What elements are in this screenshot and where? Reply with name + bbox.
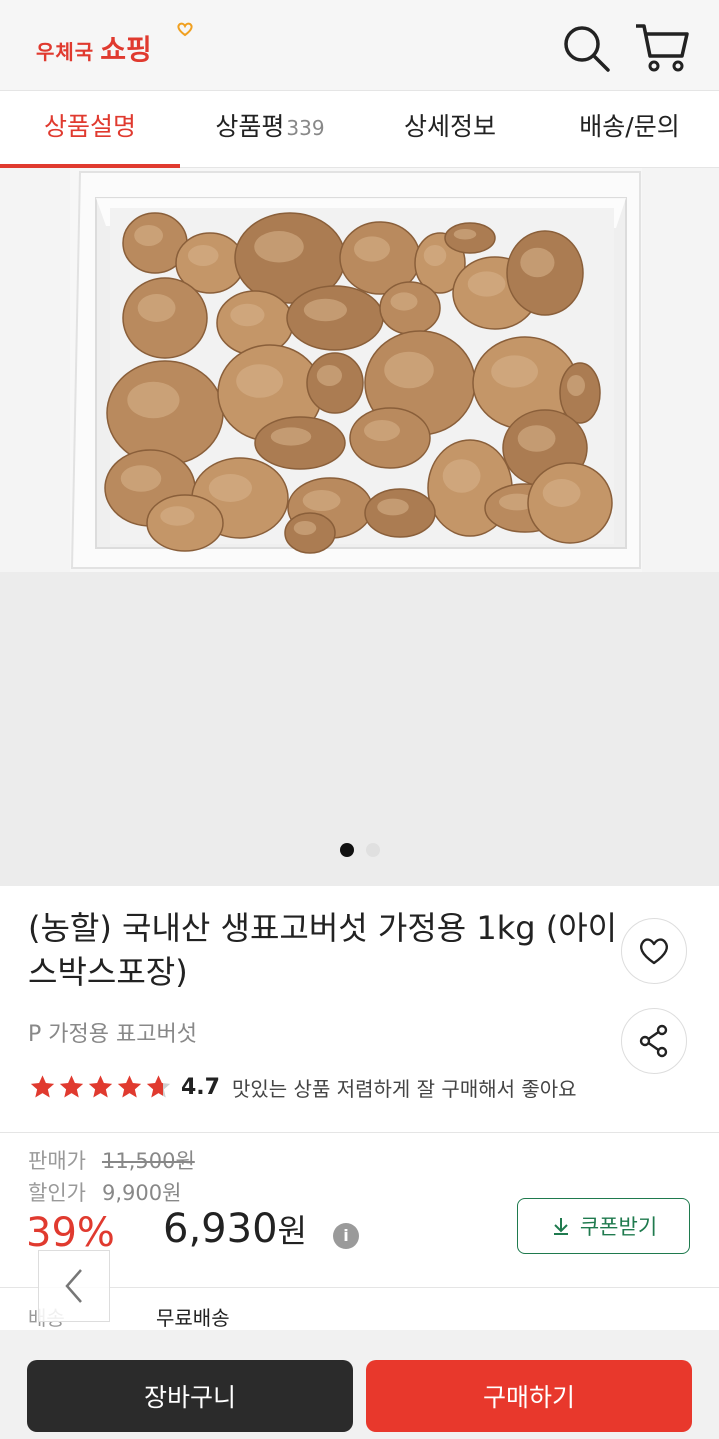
buy-button-label: 구매하기 <box>482 1383 575 1412</box>
mushroom-highlight <box>137 294 176 322</box>
tab-description[interactable]: 상품설명 <box>0 91 180 167</box>
logo-heart-icon <box>177 22 193 37</box>
star-icon <box>88 1075 113 1098</box>
mushroom-box-image <box>70 168 642 572</box>
sale-price-label: 판매가 <box>28 1149 86 1173</box>
search-icon <box>564 26 610 72</box>
coupon-label: 쿠폰받기 <box>579 1215 658 1239</box>
mushroom-highlight <box>390 292 418 311</box>
mushroom-highlight <box>364 420 400 441</box>
mushroom-highlight <box>270 427 312 446</box>
mushroom-highlight <box>120 465 162 492</box>
mushroom-highlight <box>160 506 195 526</box>
mushroom-highlight <box>230 303 265 327</box>
share-button[interactable] <box>621 1008 687 1074</box>
mushroom-highlight <box>127 381 180 419</box>
rating-row[interactable]: 4.7 맛있는 상품 저렴하게 잘 구매해서 좋아요 <box>28 1070 577 1104</box>
tab-details[interactable]: 상세정보 <box>360 91 540 167</box>
mushroom-highlight <box>517 425 556 452</box>
download-icon <box>553 1218 568 1235</box>
final-price-unit: 원 <box>277 1212 307 1250</box>
mushroom-highlight <box>187 245 219 266</box>
back-button[interactable] <box>38 1250 110 1322</box>
buy-now-button[interactable]: 구매하기 <box>366 1360 692 1432</box>
logo-small-text: 우체국 <box>36 40 95 64</box>
chevron-left-icon <box>65 1269 82 1303</box>
mushroom-highlight <box>236 364 283 398</box>
carousel-indicator <box>0 842 719 861</box>
logo[interactable]: 우체국 쇼핑 <box>36 22 193 68</box>
discount-price: 9,900원 <box>101 1181 182 1205</box>
mushroom-highlight <box>293 521 317 535</box>
product-image-carousel[interactable] <box>0 168 719 886</box>
tab-label: 상품설명 <box>43 112 136 141</box>
tab-label: 배송/문의 <box>579 112 680 141</box>
mushroom-highlight <box>542 479 581 507</box>
product-image[interactable] <box>0 168 719 572</box>
mushroom-highlight <box>467 271 506 297</box>
mushroom-highlight <box>520 247 555 278</box>
discount-price-row: 할인가 9,900원 <box>28 1177 181 1207</box>
star-icon <box>146 1075 171 1098</box>
coupon-button[interactable]: 쿠폰받기 <box>517 1198 690 1254</box>
heart-icon <box>640 938 668 965</box>
mushroom-highlight <box>377 498 409 516</box>
star-icon <box>30 1075 55 1098</box>
shipping-value: 무료배송 <box>156 1306 230 1330</box>
review-snippet: 맛있는 상품 저렴하게 잘 구매해서 좋아요 <box>231 1076 577 1101</box>
mushroom-highlight <box>384 351 434 389</box>
cart-button[interactable] <box>632 20 692 76</box>
tab-label: 상세정보 <box>403 112 496 141</box>
mushroom-highlight <box>423 245 447 266</box>
mushroom-highlight <box>208 474 252 502</box>
mushroom-highlight <box>567 375 585 396</box>
final-price: 6,930 <box>163 1206 278 1252</box>
mushroom-highlight <box>442 459 481 493</box>
discount-price-label: 할인가 <box>28 1181 86 1205</box>
product-category[interactable]: P 가정용 표고버섯 <box>28 1016 197 1048</box>
final-price-wrap: 6,930원 <box>163 1206 307 1252</box>
product-tabs: 상품설명 상품평 339 상세정보 배송/문의 <box>0 90 719 168</box>
bottom-action-bar: 장바구니 구매하기 <box>0 1330 719 1439</box>
search-button[interactable] <box>560 22 612 74</box>
star-rating <box>28 1073 173 1101</box>
tab-label: 상품평 <box>215 112 285 141</box>
review-count: 339 <box>286 116 325 140</box>
tab-shipping-inquiry[interactable]: 배송/문의 <box>540 91 719 167</box>
mushroom-highlight <box>354 236 390 262</box>
carousel-dot[interactable] <box>365 843 380 857</box>
mushroom-highlight <box>302 490 341 511</box>
cart-button-label: 장바구니 <box>143 1383 236 1412</box>
logo-big-text: 쇼핑 <box>100 33 152 66</box>
cart-icon <box>636 24 689 72</box>
rating-value: 4.7 <box>181 1074 220 1100</box>
mushroom-highlight <box>303 298 347 322</box>
add-to-cart-button[interactable]: 장바구니 <box>27 1360 353 1432</box>
original-price: 11,500원 <box>101 1149 195 1173</box>
mushroom-highlight <box>254 231 304 263</box>
star-icon <box>59 1075 84 1098</box>
carousel-dot-active[interactable] <box>339 843 354 857</box>
share-icon <box>639 1024 668 1058</box>
product-title: (농할) 국내산 생표고버섯 가정용 1kg (아이스박스포장) <box>28 909 618 991</box>
mushroom-highlight <box>134 225 164 246</box>
mushroom-highlight <box>491 355 538 388</box>
divider <box>0 1132 719 1133</box>
wishlist-button[interactable] <box>621 918 687 984</box>
star-icon <box>117 1075 142 1098</box>
tab-reviews[interactable]: 상품평 339 <box>180 91 360 167</box>
mushroom-highlight <box>316 365 342 386</box>
sale-price-row: 판매가 11,500원 <box>28 1145 195 1175</box>
price-info-icon[interactable]: i <box>333 1223 359 1249</box>
mushroom-highlight <box>453 229 477 240</box>
app-header: 우체국 쇼핑 <box>0 0 719 90</box>
